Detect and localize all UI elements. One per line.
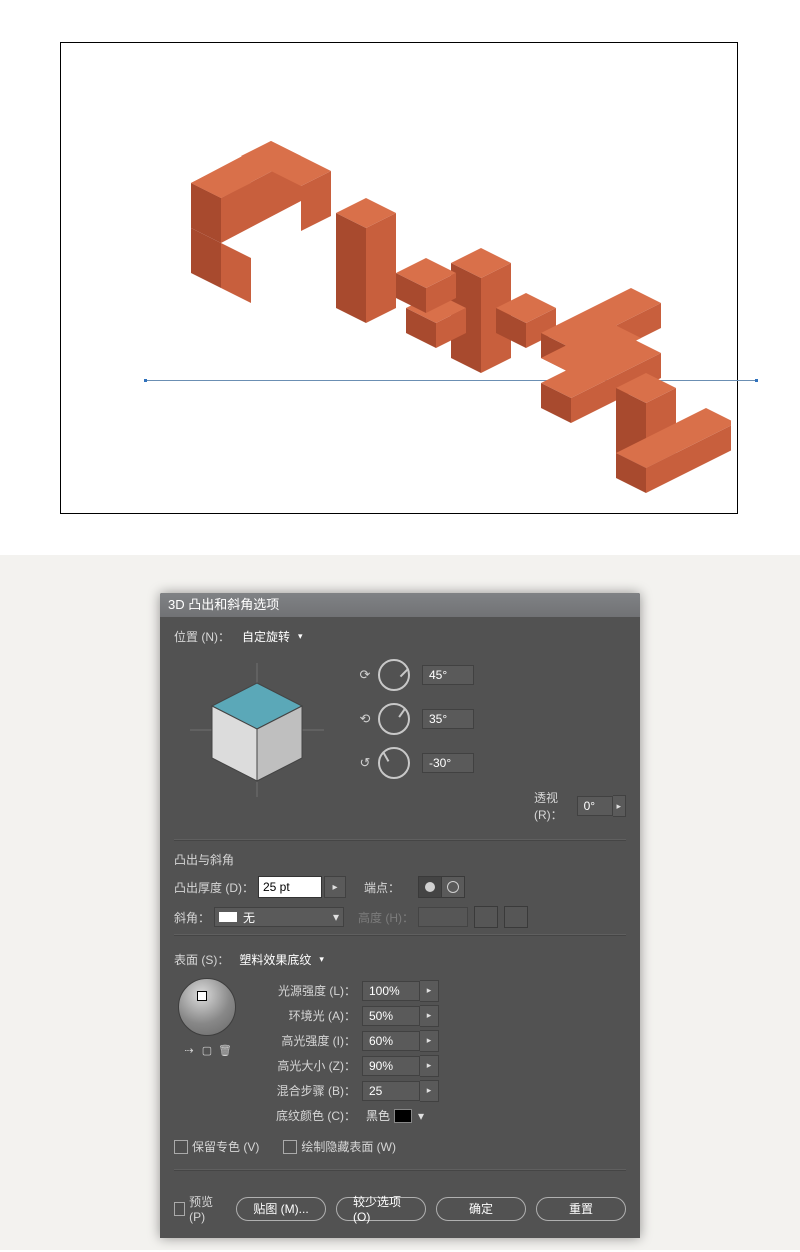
- bevel-height-label: 高度 (H)：: [358, 909, 414, 926]
- cap-off-button[interactable]: [442, 876, 465, 898]
- rotate-x-dial[interactable]: [378, 659, 410, 691]
- bevel-value: 无: [243, 909, 333, 926]
- divider: [174, 839, 626, 841]
- rotate-x-input[interactable]: 45°: [422, 665, 474, 685]
- chevron-down-icon: ▾: [418, 1109, 424, 1123]
- divider: [174, 1169, 626, 1171]
- highlight-intensity-label: 高光强度 (I)：: [266, 1032, 356, 1049]
- extrude-section-title: 凸出与斜角: [174, 851, 626, 868]
- preview-checkbox[interactable]: [174, 1202, 185, 1216]
- highlight-intensity-input[interactable]: 60%: [362, 1031, 420, 1051]
- surface-value: 塑料效果底纹: [239, 951, 311, 968]
- light-sphere[interactable]: [178, 978, 236, 1036]
- light-intensity-input[interactable]: 100%: [362, 981, 420, 1001]
- 3d-options-dialog: 3D 凸出和斜角选项 位置 (N)： 自定旋转 ▾: [160, 593, 640, 1238]
- rotate-z-dial[interactable]: [378, 747, 410, 779]
- ambient-input[interactable]: 50%: [362, 1006, 420, 1026]
- preserve-spot-checkbox[interactable]: [174, 1140, 188, 1154]
- highlight-intensity-caret[interactable]: ▸: [420, 1030, 439, 1052]
- shading-color-value: 黑色: [366, 1107, 390, 1124]
- ambient-caret[interactable]: ▸: [420, 1005, 439, 1027]
- delete-light-button[interactable]: 🗑: [216, 1042, 234, 1058]
- surface-select[interactable]: 塑料效果底纹 ▾: [235, 950, 328, 968]
- shading-color-select[interactable]: 黑色 ▾: [362, 1107, 428, 1125]
- bevel-inout-2: [504, 906, 528, 928]
- bevel-preview-icon: [219, 912, 237, 922]
- preserve-spot-label: 保留专色 (V): [192, 1138, 259, 1155]
- dialog-backdrop: 3D 凸出和斜角选项 位置 (N)： 自定旋转 ▾: [0, 555, 800, 1250]
- chevron-down-icon: ▾: [319, 954, 324, 965]
- chevron-down-icon: ▾: [298, 631, 303, 642]
- extrude-depth-input[interactable]: 25 pt: [258, 876, 322, 898]
- map-art-button[interactable]: 贴图 (M)...: [236, 1197, 326, 1221]
- highlight-size-caret[interactable]: ▸: [420, 1055, 439, 1077]
- rotate-x-icon: ⟳: [356, 667, 374, 683]
- blend-steps-caret[interactable]: ▸: [420, 1080, 439, 1102]
- ok-button[interactable]: 确定: [436, 1197, 526, 1221]
- depth-label: 凸出厚度 (D)：: [174, 879, 254, 896]
- light-intensity-label: 光源强度 (L)：: [266, 982, 356, 999]
- cap-label: 端点：: [364, 879, 400, 896]
- light-intensity-caret[interactable]: ▸: [420, 980, 439, 1002]
- draw-hidden-label: 绘制隐藏表面 (W): [301, 1138, 396, 1155]
- canvas-preview-area: [0, 0, 800, 555]
- rotate-y-icon: ⟲: [356, 711, 374, 727]
- shading-color-label: 底纹颜色 (C)：: [266, 1107, 356, 1124]
- position-select[interactable]: 自定旋转 ▾: [238, 627, 316, 645]
- rotate-z-input[interactable]: -30°: [422, 753, 474, 773]
- color-swatch: [394, 1109, 412, 1123]
- perspective-input[interactable]: 0°: [577, 796, 613, 816]
- blend-steps-label: 混合步骤 (B)：: [266, 1082, 356, 1099]
- light-handle[interactable]: [197, 991, 207, 1001]
- position-label: 位置 (N)：: [174, 628, 230, 645]
- chevron-down-icon: ▾: [333, 910, 339, 924]
- preview-label: 预览 (P): [189, 1193, 222, 1224]
- draw-hidden-checkbox[interactable]: [283, 1140, 297, 1154]
- rotate-y-input[interactable]: 35°: [422, 709, 474, 729]
- dialog-title: 3D 凸出和斜角选项: [160, 593, 640, 617]
- bevel-inout-1: [474, 906, 498, 928]
- position-value: 自定旋转: [242, 628, 290, 645]
- bevel-select[interactable]: 无 ▾: [214, 907, 344, 927]
- reset-button[interactable]: 重置: [536, 1197, 626, 1221]
- rotation-preview-cube[interactable]: [180, 653, 334, 807]
- depth-caret[interactable]: ▸: [324, 876, 346, 898]
- surface-label: 表面 (S)：: [174, 951, 229, 968]
- rotate-z-icon: ↺: [356, 755, 374, 771]
- canvas-frame: [60, 42, 738, 514]
- highlight-size-input[interactable]: 90%: [362, 1056, 420, 1076]
- perspective-label: 透视 (R)：: [534, 789, 573, 823]
- ambient-label: 环境光 (A)：: [266, 1007, 356, 1024]
- move-light-back-button[interactable]: ⇢: [180, 1042, 198, 1058]
- pixel-text-artwork: [171, 113, 731, 503]
- highlight-size-label: 高光大小 (Z)：: [266, 1057, 356, 1074]
- fewer-options-button[interactable]: 较少选项 (O): [336, 1197, 426, 1221]
- bevel-height-input: [418, 907, 468, 927]
- bevel-label: 斜角：: [174, 909, 210, 926]
- blend-steps-input[interactable]: 25: [362, 1081, 420, 1101]
- new-light-button[interactable]: ▢: [198, 1042, 216, 1058]
- perspective-caret[interactable]: ▸: [613, 795, 626, 817]
- divider: [174, 934, 626, 936]
- rotate-y-dial[interactable]: [378, 703, 410, 735]
- cap-on-button[interactable]: [418, 876, 442, 898]
